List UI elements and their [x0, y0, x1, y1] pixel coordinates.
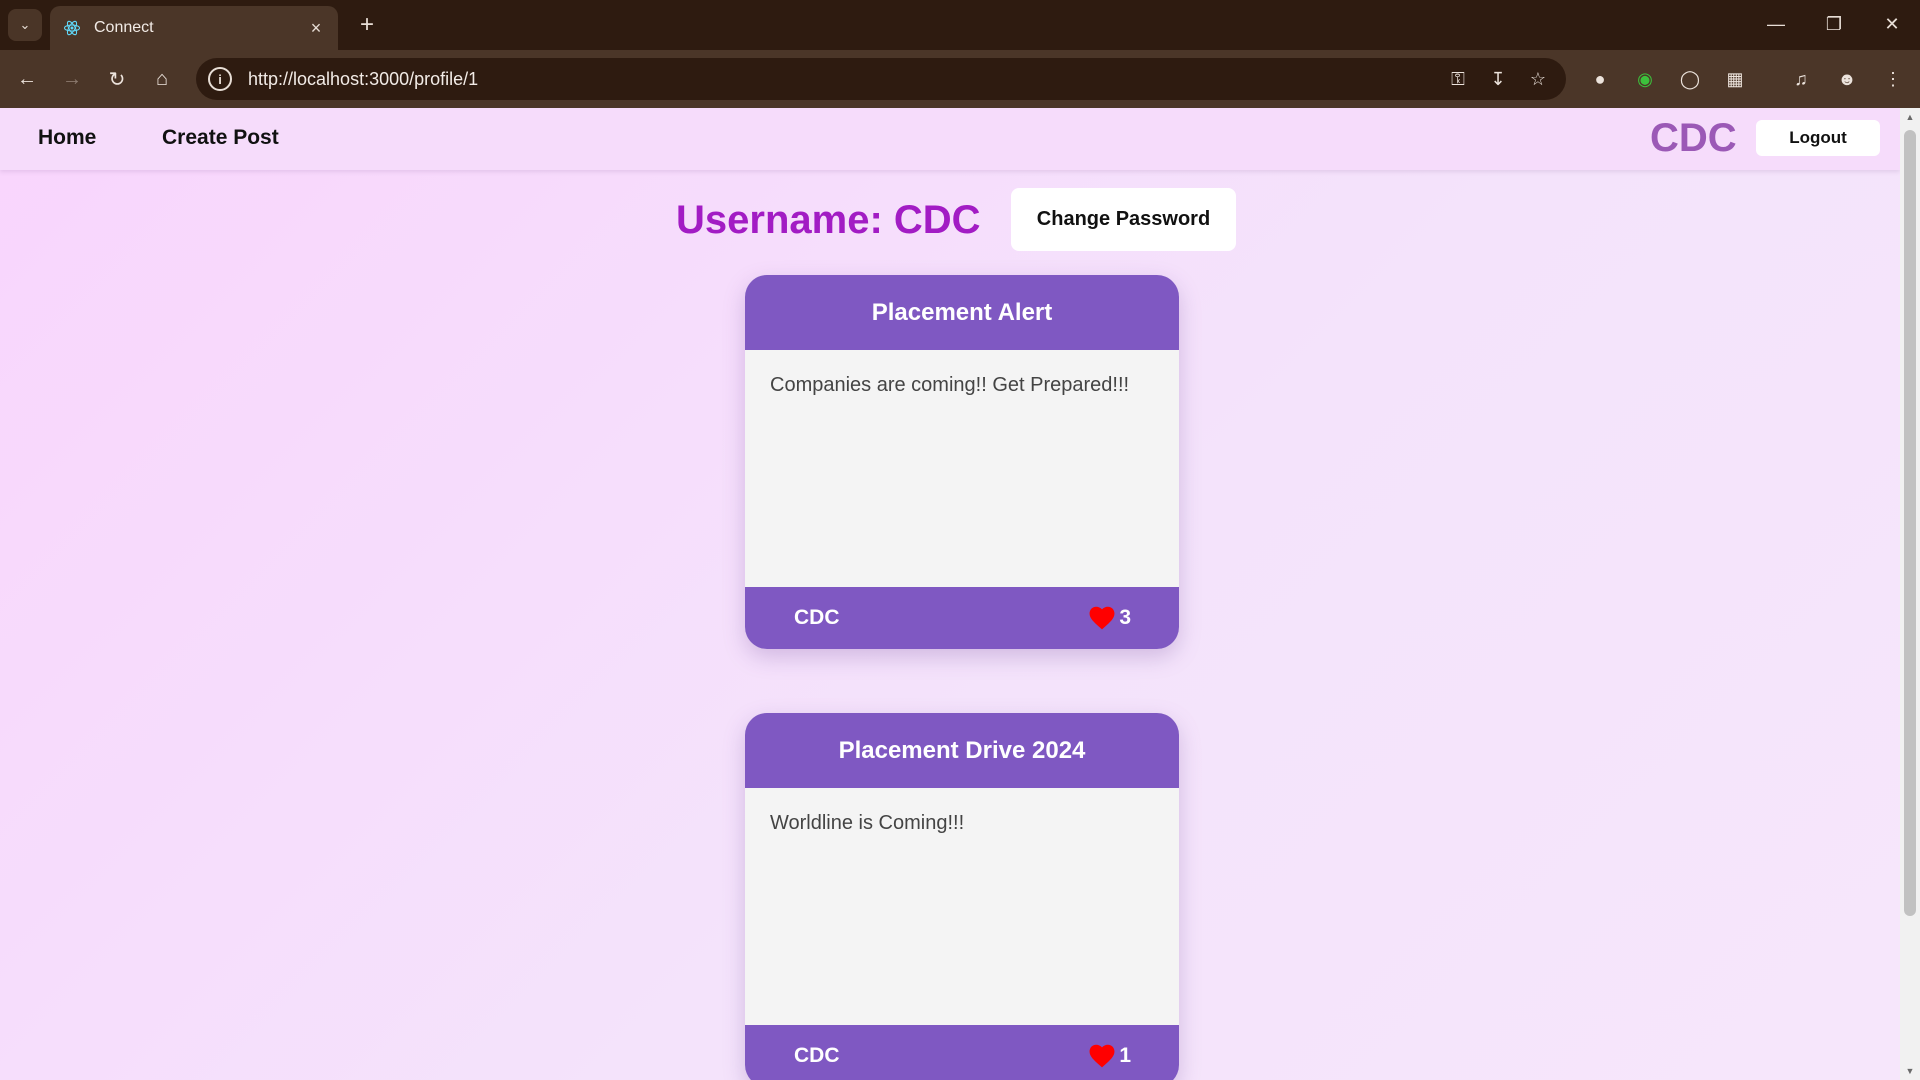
extension-circle-icon[interactable]: ●	[1583, 63, 1617, 95]
nav-create-post-link[interactable]: Create Post	[162, 126, 279, 150]
restore-icon[interactable]: ❐	[1810, 6, 1858, 42]
address-bar[interactable]: i http://localhost:3000/profile/1 ⚿ ↧ ☆	[196, 58, 1566, 100]
post-body[interactable]: Worldline is Coming!!!	[745, 788, 1179, 1025]
react-favicon-icon	[62, 18, 82, 38]
forward-icon[interactable]: →	[54, 61, 90, 97]
scrollbar-thumb[interactable]	[1904, 130, 1916, 916]
page-viewport: Home Create Post CDC Logout Username: CD…	[0, 108, 1900, 1080]
post-footer: CDC 1	[745, 1025, 1179, 1080]
change-password-button[interactable]: Change Password	[1011, 188, 1236, 251]
media-controls-icon[interactable]: ♫	[1784, 63, 1818, 95]
page-scrollbar[interactable]: ▲ ▼	[1900, 108, 1920, 1080]
tab-close-icon[interactable]: ×	[306, 18, 326, 38]
nav-home-link[interactable]: Home	[38, 126, 96, 150]
home-icon[interactable]: ⌂	[144, 61, 180, 97]
browser-tab[interactable]: Connect ×	[50, 6, 338, 50]
bookmark-star-icon[interactable]: ☆	[1518, 61, 1558, 97]
profile-avatar-icon[interactable]: ☻	[1830, 63, 1864, 95]
browser-tab-strip: ⌄ Connect × + — ❐ ✕	[0, 0, 1920, 50]
password-key-icon[interactable]: ⚿	[1438, 61, 1478, 97]
post-author[interactable]: CDC	[794, 1044, 840, 1068]
close-window-icon[interactable]: ✕	[1868, 6, 1916, 42]
top-navbar: Home Create Post CDC Logout	[0, 108, 1900, 170]
post-footer: CDC 3	[745, 587, 1179, 649]
site-info-icon[interactable]: i	[208, 67, 232, 91]
tab-search-icon[interactable]: ⌄	[8, 9, 42, 41]
tab-title: Connect	[94, 19, 154, 36]
extension-shield-icon[interactable]: ◯	[1673, 63, 1707, 95]
extensions-puzzle-icon[interactable]: ▦	[1718, 63, 1752, 95]
scroll-up-icon[interactable]: ▲	[1900, 108, 1920, 126]
minimize-icon[interactable]: —	[1752, 6, 1800, 42]
menu-kebab-icon[interactable]: ⋮	[1876, 63, 1910, 95]
post-author[interactable]: CDC	[794, 606, 840, 630]
post-body[interactable]: Companies are coming!! Get Prepared!!!	[745, 350, 1179, 587]
heart-icon[interactable]	[1089, 606, 1115, 630]
page-title: Username: CDC	[676, 198, 981, 242]
logout-button[interactable]: Logout	[1756, 120, 1880, 156]
reload-icon[interactable]: ↻	[99, 61, 135, 97]
heart-icon[interactable]	[1089, 1044, 1115, 1068]
post-card[interactable]: Placement Alert Companies are coming!! G…	[745, 275, 1179, 649]
scroll-down-icon[interactable]: ▼	[1900, 1062, 1920, 1080]
new-tab-icon[interactable]: +	[352, 10, 382, 40]
url-text[interactable]: http://localhost:3000/profile/1	[248, 69, 1438, 90]
like-control[interactable]: 3	[1089, 606, 1131, 630]
post-title[interactable]: Placement Alert	[745, 275, 1179, 350]
back-icon[interactable]: ←	[9, 61, 45, 97]
install-app-icon[interactable]: ↧	[1478, 61, 1518, 97]
like-control[interactable]: 1	[1089, 1044, 1131, 1068]
like-count: 1	[1119, 1044, 1131, 1067]
browser-toolbar: ← → ↻ ⌂ i http://localhost:3000/profile/…	[0, 50, 1920, 108]
brand-username: CDC	[1650, 116, 1737, 160]
like-count: 3	[1119, 606, 1131, 629]
post-title[interactable]: Placement Drive 2024	[745, 713, 1179, 788]
extension-eye-icon[interactable]: ◉	[1628, 63, 1662, 95]
post-card[interactable]: Placement Drive 2024 Worldline is Coming…	[745, 713, 1179, 1080]
